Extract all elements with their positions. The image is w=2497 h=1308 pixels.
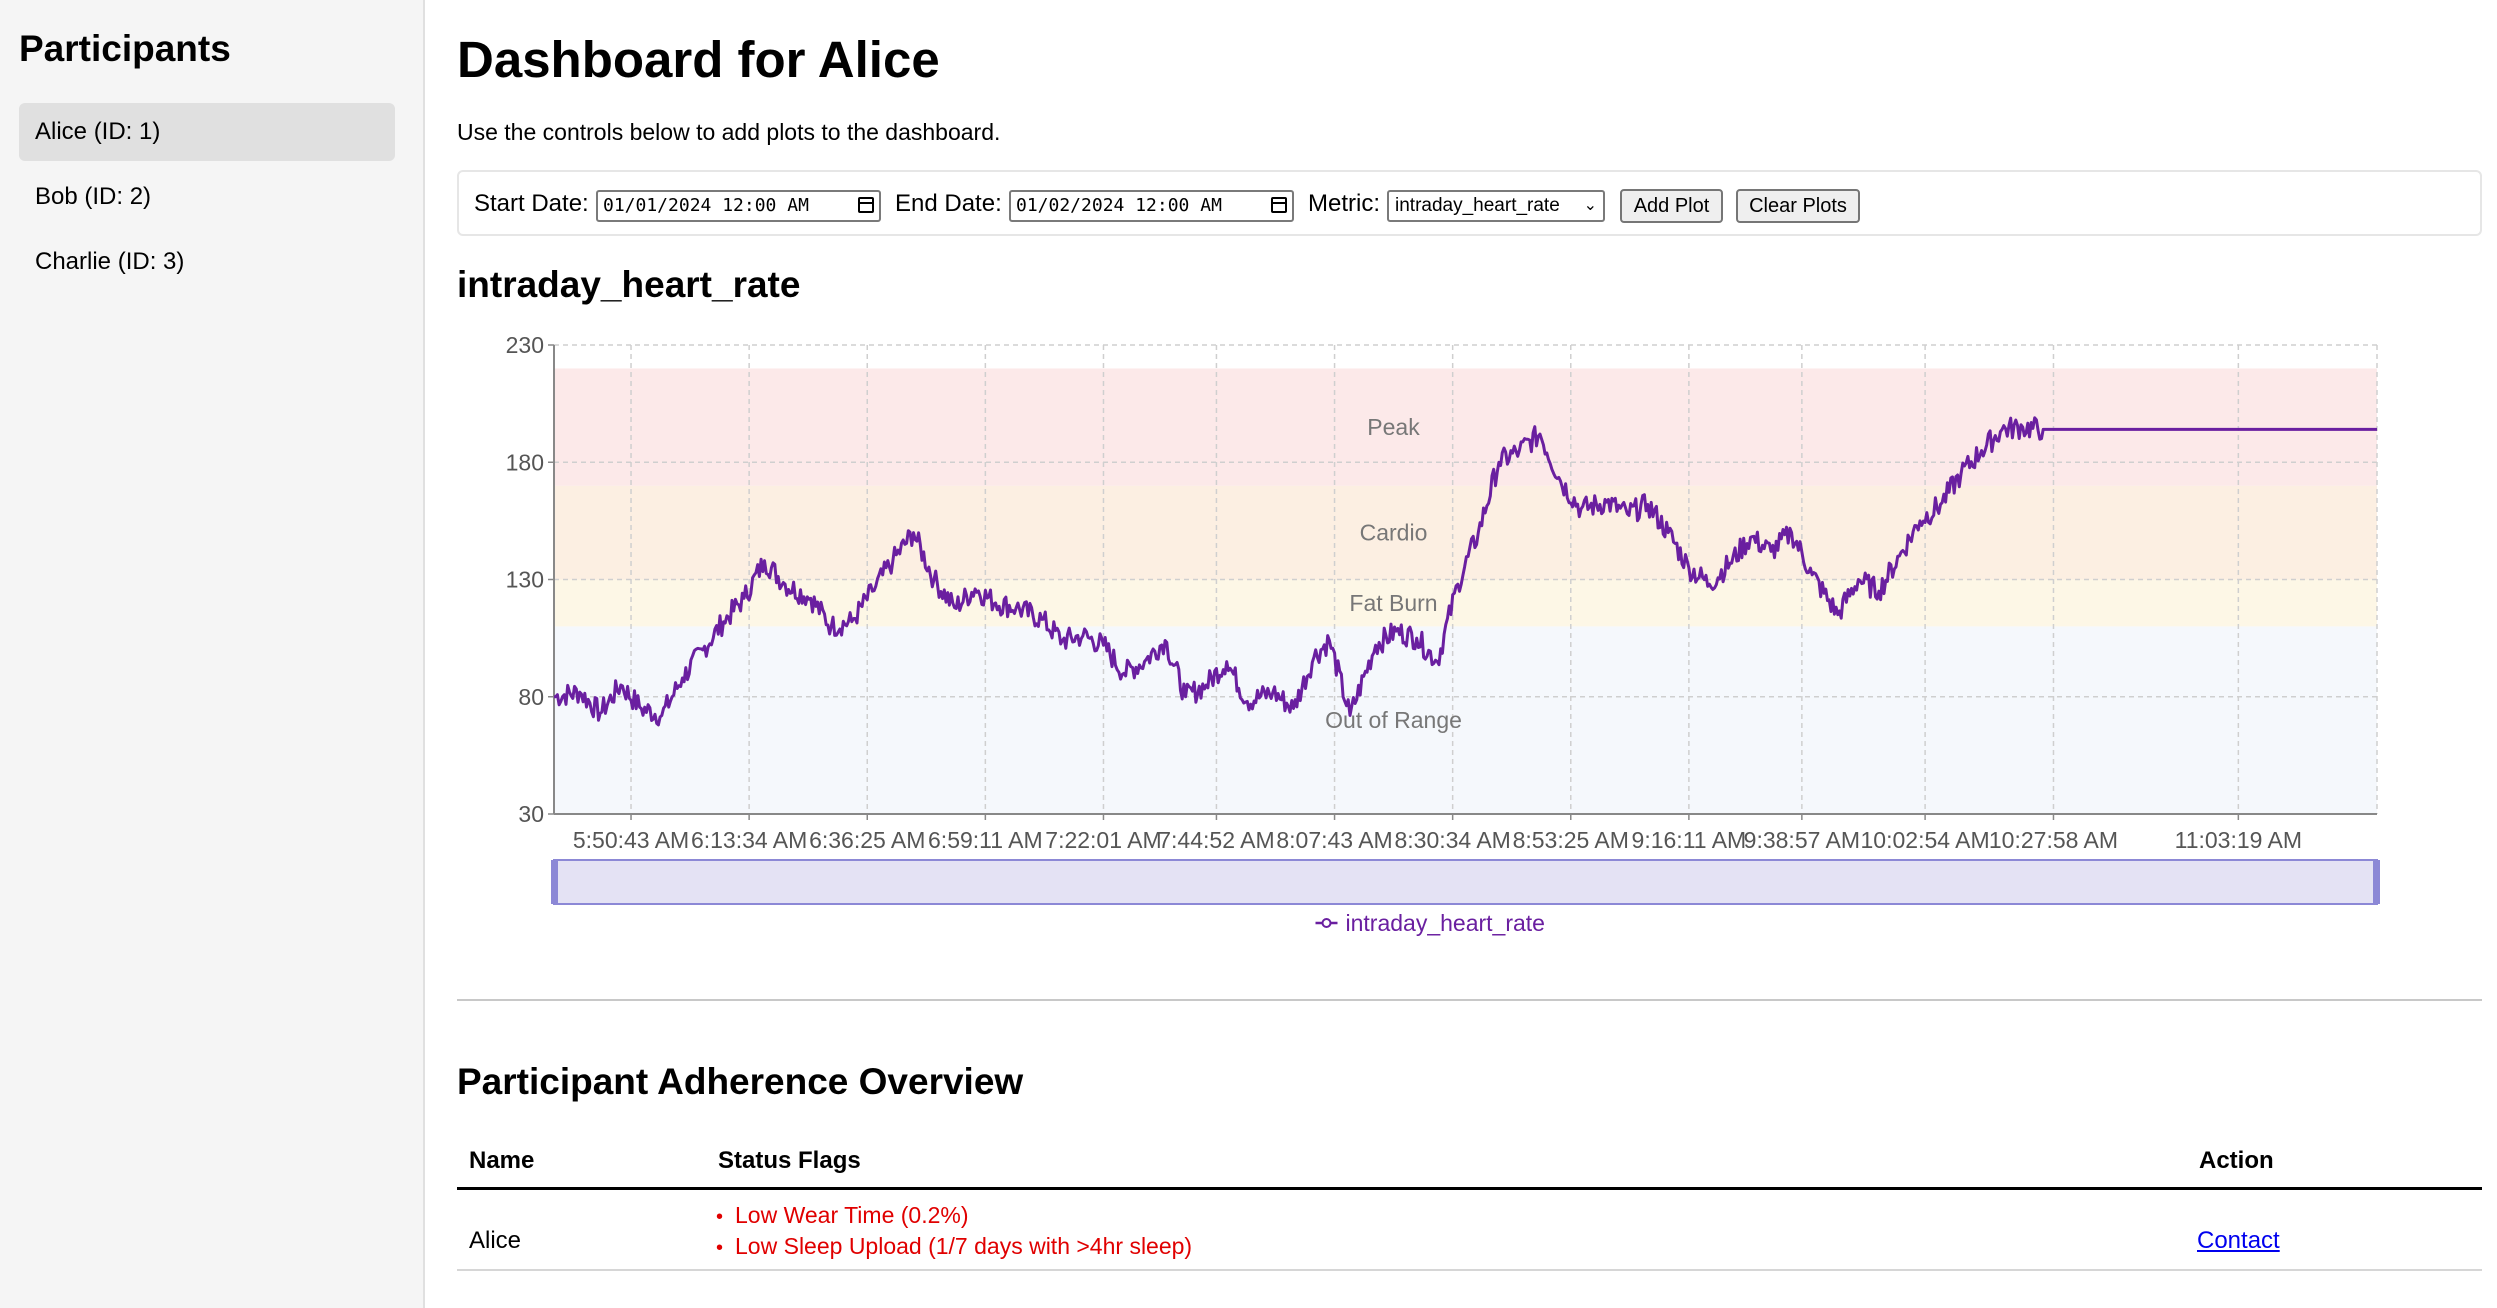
x-tick-label: 9:38:57 AM [1744,827,1860,853]
y-tick-label: 30 [518,801,544,827]
status-flag: Low Sleep Upload (1/7 days with >4hr sle… [716,1232,1192,1263]
legend-label: intraday_heart_rate [1346,910,1545,936]
intro-text: Use the controls below to add plots to t… [457,119,1001,145]
add-plot-button[interactable]: Add Plot [1620,189,1723,223]
contact-link[interactable]: Contact [2197,1227,2280,1255]
page-title: Dashboard for Alice [457,31,940,88]
y-tick-label: 180 [506,449,544,475]
table-header-divider [457,1187,2482,1190]
end-date-input[interactable]: 01/02/2024 12:00 AM [1009,190,1294,222]
legend-marker [1321,918,1332,928]
row-participant-name: Alice [469,1227,522,1254]
zoom-handle-right [2373,860,2380,904]
plot-controls: Start Date: 01/01/2024 12:00 AM End Date… [457,170,2482,236]
x-tick-label: 8:53:25 AM [1513,827,1629,853]
start-date-value: 01/01/2024 12:00 AM [603,195,809,216]
x-tick-label: 7:22:01 AM [1045,827,1161,853]
column-header-action: Action [2199,1147,2274,1174]
x-tick-label: 8:30:34 AM [1394,827,1510,853]
x-tick-label: 9:16:11 AM [1632,827,1747,853]
zone-band [554,626,2377,814]
sidebar-item-bob[interactable]: Bob (ID: 2) [19,168,395,226]
y-axis-ticks: 30 80 130 180 230 [506,332,554,827]
main-content: Dashboard for Alice Use the controls bel… [457,0,2482,1308]
heart-rate-chart: Out of Range Fat Burn Cardio Peak 30 80 130 18… [506,332,2380,936]
zone-band [554,368,2377,486]
x-axis-ticks: 5:50:43 AM 6:13:34 AM 6:36:25 AM 6:59:11 AM… [573,814,2302,853]
y-tick-label: 130 [506,567,544,593]
x-tick-label: 10:02:54 AM [1861,827,1990,853]
chart-legend: intraday_heart_rate [1315,910,1545,936]
x-tick-label: 6:36:25 AM [809,827,925,853]
zoom-slider-track [553,859,2378,905]
status-flag: Low Wear Time (0.2%) [716,1201,1192,1232]
calendar-icon[interactable] [858,197,874,213]
adherence-title: Participant Adherence Overview [457,1061,1024,1102]
sidebar-title: Participants [19,28,231,69]
calendar-icon[interactable] [1271,197,1287,213]
end-date-label: End Date: [895,190,1002,217]
column-header-status-flags: Status Flags [718,1147,861,1174]
y-tick-label: 80 [518,684,544,710]
end-date-value: 01/02/2024 12:00 AM [1016,195,1222,216]
zone-label: Peak [1367,414,1420,440]
metric-label: Metric: [1308,190,1380,217]
y-tick-label: 230 [506,332,544,358]
column-header-name: Name [469,1147,535,1174]
zone-band [554,579,2377,627]
chevron-down-icon: ⌄ [1583,197,1597,214]
x-tick-label: 5:50:43 AM [573,827,689,853]
zone-label: Fat Burn [1349,590,1437,616]
zone-label: Cardio [1360,520,1428,546]
x-tick-label: 11:03:19 AM [2175,827,2302,853]
sidebar-item-alice[interactable]: Alice (ID: 1) [19,103,395,161]
sidebar-item-charlie[interactable]: Charlie (ID: 3) [19,233,395,291]
clear-plots-button[interactable]: Clear Plots [1736,189,1860,223]
metric-select[interactable]: intraday_heart_rate ⌄ [1387,190,1605,222]
zoom-handle-left [551,860,558,904]
zone-label: Out of Range [1325,707,1462,733]
x-tick-label: 7:44:52 AM [1158,827,1274,853]
plot-title: intraday_heart_rate [457,264,801,305]
x-tick-label: 6:59:11 AM [928,827,1043,853]
section-divider [457,999,2482,1001]
x-tick-label: 8:07:43 AM [1276,827,1392,853]
participants-sidebar: Participants Alice (ID: 1) Bob (ID: 2) C… [0,0,425,1308]
metric-select-value: intraday_heart_rate [1395,195,1560,216]
start-date-input[interactable]: 01/01/2024 12:00 AM [596,190,881,222]
zoom-slider [551,859,2380,905]
table-row-divider [457,1269,2482,1271]
start-date-label: Start Date: [474,190,589,217]
x-tick-label: 6:13:34 AM [691,827,807,853]
heart-rate-zones [554,368,2377,814]
x-tick-label: 10:27:58 AM [1989,827,2118,853]
status-flags-list: Low Wear Time (0.2%) Low Sleep Upload (1… [716,1201,1192,1263]
